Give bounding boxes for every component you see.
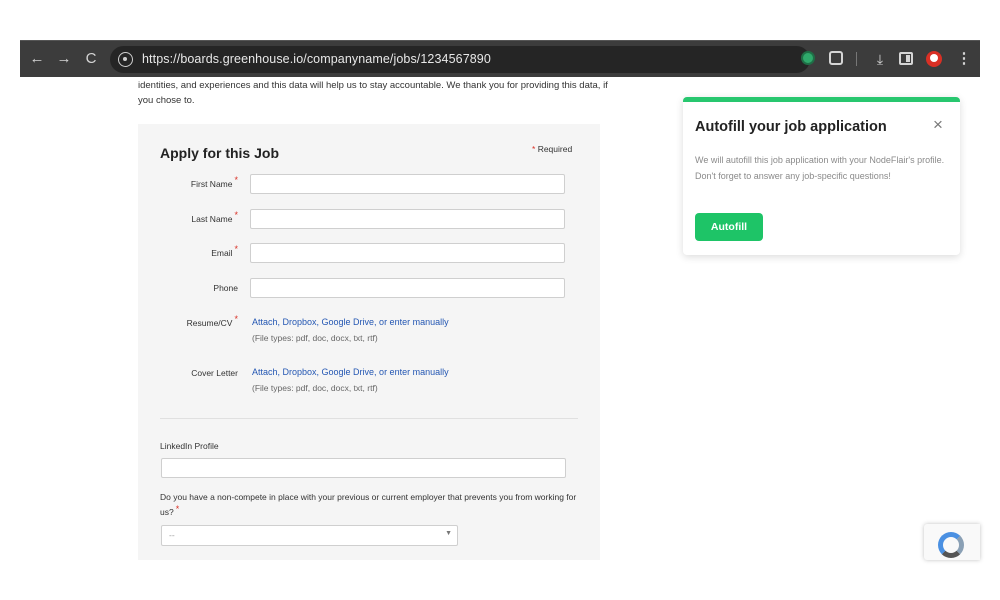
popup-description: We will autofill this job application wi… xyxy=(695,155,945,181)
url-text[interactable]: https://boards.greenhouse.io/companyname… xyxy=(142,52,491,66)
noncompete-question-text: Do you have a non-compete in place with … xyxy=(160,492,577,517)
last-name-input[interactable] xyxy=(250,209,565,229)
resume-upload-links[interactable]: Attach, Dropbox, Google Drive, or enter … xyxy=(252,317,449,327)
autofill-popup: Autofill your job application × We will … xyxy=(683,97,960,255)
first-name-label: First Name * xyxy=(138,175,238,189)
phone-input[interactable] xyxy=(250,278,565,298)
phone-label: Phone xyxy=(138,283,238,293)
chevron-down-icon: ▼ xyxy=(445,530,452,537)
browser-menu-icon[interactable]: ⋮ xyxy=(955,50,973,68)
email-label-text: Email xyxy=(211,248,233,258)
form-title: Apply for this Job xyxy=(160,145,279,161)
required-asterisk: * xyxy=(532,144,536,154)
recaptcha-logo-icon xyxy=(938,532,964,558)
resume-file-types: (File types: pdf, doc, docx, txt, rtf) xyxy=(252,333,378,343)
side-panel-icon[interactable] xyxy=(899,52,913,65)
toolbar-divider xyxy=(856,52,857,66)
back-arrow-icon[interactable]: ← xyxy=(28,50,46,68)
resume-label: Resume/CV * xyxy=(138,314,238,328)
select-value: -- xyxy=(169,530,175,540)
cover-letter-upload-links[interactable]: Attach, Dropbox, Google Drive, or enter … xyxy=(252,367,449,377)
site-info-icon[interactable] xyxy=(118,52,133,67)
resume-label-text: Resume/CV xyxy=(186,318,233,328)
cover-letter-label: Cover Letter xyxy=(138,368,238,378)
required-asterisk: * xyxy=(175,504,180,514)
linkedin-label: LinkedIn Profile xyxy=(160,441,219,451)
intro-paragraph: identities, and experiences and this dat… xyxy=(138,80,608,106)
extension-icon[interactable] xyxy=(801,51,815,65)
required-asterisk: * xyxy=(234,175,238,185)
cover-letter-label-text: Cover Letter xyxy=(191,368,238,378)
forward-arrow-icon[interactable]: → xyxy=(55,50,73,68)
cover-letter-file-types: (File types: pdf, doc, docx, txt, rtf) xyxy=(252,383,378,393)
last-name-label-text: Last Name xyxy=(191,214,233,224)
reload-icon[interactable]: C xyxy=(82,50,100,68)
application-form: Apply for this Job * Required First Name… xyxy=(138,124,600,560)
email-input[interactable] xyxy=(250,243,565,263)
first-name-input[interactable] xyxy=(250,174,565,194)
phone-label-text: Phone xyxy=(213,283,238,293)
address-bar[interactable]: https://boards.greenhouse.io/companyname… xyxy=(110,46,810,73)
browser-toolbar: ← → C https://boards.greenhouse.io/compa… xyxy=(20,40,980,77)
autofill-button[interactable]: Autofill xyxy=(695,213,763,241)
first-name-label-text: First Name xyxy=(190,179,233,189)
popup-title: Autofill your job application xyxy=(695,119,887,135)
required-asterisk: * xyxy=(234,314,238,324)
email-label: Email * xyxy=(138,244,238,258)
profile-avatar[interactable] xyxy=(926,51,942,67)
required-note: * Required xyxy=(532,144,572,154)
section-divider xyxy=(160,418,578,419)
required-asterisk: * xyxy=(234,210,238,220)
last-name-label: Last Name * xyxy=(138,210,238,224)
noncompete-select[interactable]: -- ▼ xyxy=(161,525,458,546)
linkedin-input[interactable] xyxy=(161,458,566,478)
extensions-puzzle-icon[interactable] xyxy=(829,51,843,65)
noncompete-question: Do you have a non-compete in place with … xyxy=(160,490,580,520)
download-icon[interactable]: ⤓ xyxy=(871,50,889,68)
required-note-text: Required xyxy=(537,144,573,154)
recaptcha-badge[interactable] xyxy=(924,524,980,560)
required-asterisk: * xyxy=(234,244,238,254)
close-icon[interactable]: × xyxy=(930,116,946,133)
